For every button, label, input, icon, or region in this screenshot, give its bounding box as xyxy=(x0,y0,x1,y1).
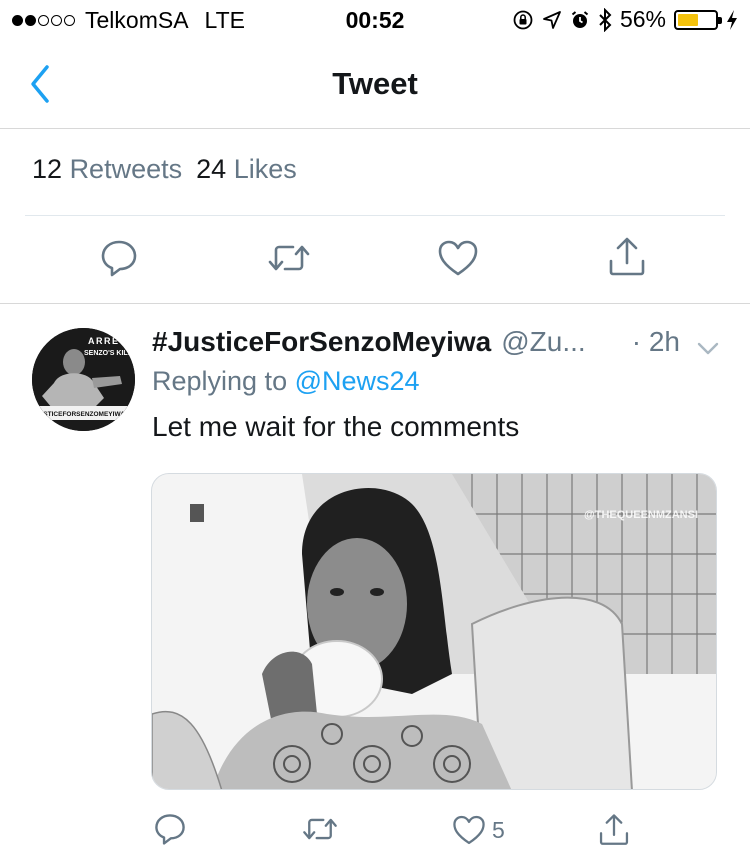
reply-action-bar: 5 xyxy=(0,812,750,852)
status-bar: TelkomSA LTE 00:52 56% xyxy=(0,0,750,40)
reply-icon xyxy=(155,814,185,845)
retweets-count: 12 xyxy=(32,154,63,184)
status-right: 56% xyxy=(512,6,738,33)
retweet-button[interactable] xyxy=(266,240,312,276)
like-icon xyxy=(453,815,485,845)
reply-share-button[interactable] xyxy=(597,812,631,848)
section-divider xyxy=(0,303,750,304)
battery-icon xyxy=(674,9,722,30)
avatar[interactable]: ARRE SENZO'S KILL JUSTICEFORSENZOMEYIWA xyxy=(32,328,135,431)
reply-icon xyxy=(101,240,137,277)
likes-count: 24 xyxy=(196,154,227,184)
user-handle[interactable]: @Zu... xyxy=(501,326,585,358)
bluetooth-icon xyxy=(599,7,612,32)
reply-like-count: 5 xyxy=(492,816,505,843)
share-button[interactable] xyxy=(606,236,648,278)
replying-to: Replying to @News24 xyxy=(152,366,420,397)
retweet-icon xyxy=(268,245,310,271)
chevron-down-icon xyxy=(697,342,719,355)
page-title: Tweet xyxy=(332,66,418,101)
like-icon xyxy=(438,240,478,276)
share-icon xyxy=(599,814,629,845)
avatar-text-top: ARRE xyxy=(88,336,120,346)
charging-icon xyxy=(727,9,737,30)
tweet-media-image[interactable]: @THEQUEENMZANSI xyxy=(151,473,717,790)
reply-button[interactable] xyxy=(99,238,139,278)
likes-stat[interactable]: 24 Likes xyxy=(196,154,297,185)
tweet-header: #JusticeForSenzoMeyiwa @Zu... · 2h xyxy=(152,322,722,362)
reply-reply-button[interactable] xyxy=(153,812,187,846)
tweet-text: Let me wait for the comments xyxy=(152,411,520,442)
media-photo: @THEQUEENMZANSI xyxy=(152,474,716,789)
location-icon xyxy=(543,10,561,29)
tweet-menu-button[interactable] xyxy=(696,332,720,364)
tweet-action-bar xyxy=(0,236,750,282)
retweets-label: Retweets xyxy=(69,154,183,184)
avatar-text-mid: SENZO'S KILL xyxy=(84,350,133,357)
avatar-text-bottom: JUSTICEFORSENZOMEYIWA xyxy=(35,411,125,418)
avatar-image: ARRE SENZO'S KILL JUSTICEFORSENZOMEYIWA xyxy=(32,328,135,431)
share-icon xyxy=(609,237,645,276)
likes-label: Likes xyxy=(233,154,297,184)
reply-like-button[interactable]: 5 xyxy=(452,814,505,846)
replying-prefix: Replying to xyxy=(152,366,288,396)
retweets-stat[interactable]: 12 Retweets xyxy=(32,154,182,185)
battery-level xyxy=(678,13,699,26)
tweet-stats: 12 Retweets 24 Likes xyxy=(32,154,297,185)
media-watermark: @THEQUEENMZANSI xyxy=(584,509,698,521)
orientation-lock-icon xyxy=(513,10,533,29)
like-button[interactable] xyxy=(437,239,479,277)
nav-bar: Tweet xyxy=(0,40,750,129)
reply-retweet-button[interactable] xyxy=(301,814,339,844)
retweet-icon xyxy=(303,818,337,840)
alarm-icon xyxy=(571,10,589,28)
divider xyxy=(25,215,725,216)
battery-percent: 56% xyxy=(619,6,666,32)
replying-mention-link[interactable]: @News24 xyxy=(295,366,420,396)
tweet-timestamp: · 2h xyxy=(631,326,680,357)
display-name[interactable]: #JusticeForSenzoMeyiwa xyxy=(152,326,491,358)
